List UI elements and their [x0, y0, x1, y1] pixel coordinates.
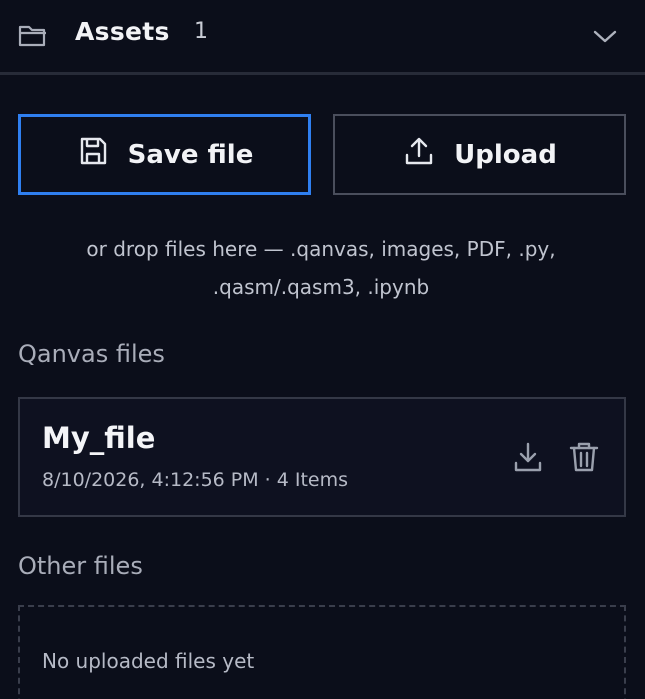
assets-panel: Assets 1 Save file Upload or drop files … [0, 0, 645, 699]
save-file-label: Save file [127, 139, 254, 170]
chevron-down-icon[interactable] [592, 26, 618, 46]
file-card[interactable]: My_file 8/10/2026, 4:12:56 PM · 4 Items [18, 397, 626, 517]
folder-icon [18, 22, 48, 48]
upload-icon [402, 134, 436, 175]
assets-title: Assets [75, 17, 170, 46]
download-icon[interactable] [510, 439, 546, 475]
upload-button[interactable]: Upload [333, 114, 626, 195]
save-icon [76, 134, 110, 175]
drop-hint-line-2: .qasm/.qasm3, .ipynb [212, 275, 430, 299]
trash-icon[interactable] [566, 439, 602, 475]
upload-label: Upload [454, 139, 557, 170]
drop-hint-line-1: or drop files here — .qanvas, images, PD… [86, 237, 556, 261]
empty-state-text: No uploaded files yet [42, 649, 255, 673]
qanvas-files-heading: Qanvas files [18, 340, 165, 368]
assets-count-badge: 1 [194, 19, 208, 44]
assets-header[interactable]: Assets 1 [0, 0, 645, 75]
file-meta: 8/10/2026, 4:12:56 PM · 4 Items [42, 469, 349, 491]
file-actions [510, 439, 602, 475]
drop-hint: or drop files here — .qanvas, images, PD… [14, 230, 628, 306]
file-name[interactable]: My_file [42, 421, 155, 455]
save-file-button[interactable]: Save file [18, 114, 311, 195]
other-files-heading: Other files [18, 552, 143, 580]
other-files-dropzone[interactable]: No uploaded files yet [18, 605, 626, 699]
